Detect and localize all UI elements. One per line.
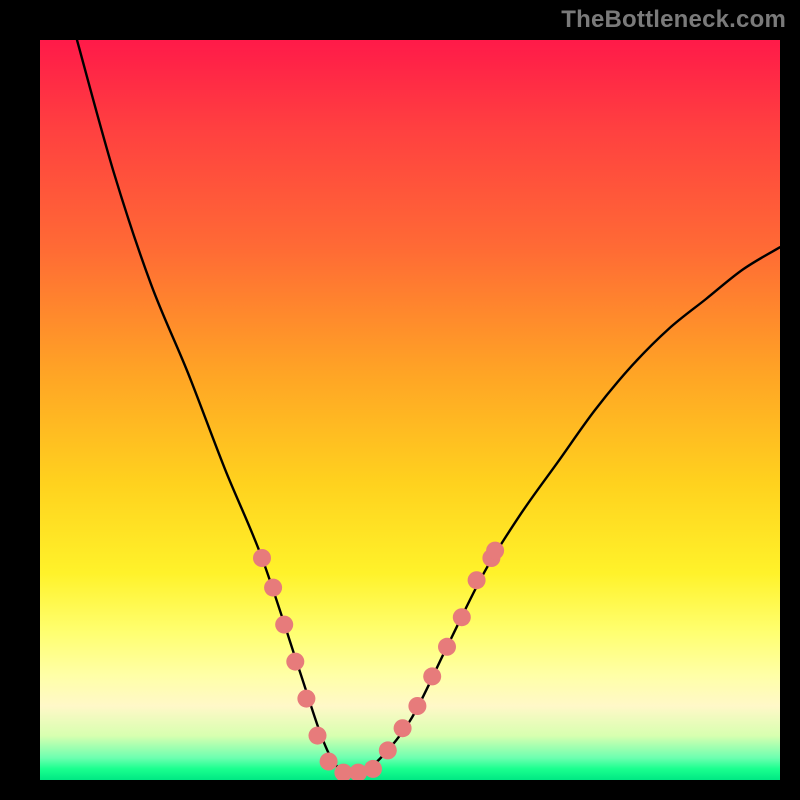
- marker-dot: [320, 753, 338, 771]
- curve-svg: [40, 40, 780, 780]
- marker-dot: [364, 760, 382, 778]
- marker-dot: [253, 549, 271, 567]
- marker-dot: [309, 727, 327, 745]
- marker-dot: [264, 579, 282, 597]
- marker-dot: [468, 571, 486, 589]
- curve-markers: [253, 542, 504, 780]
- marker-dot: [408, 697, 426, 715]
- marker-dot: [423, 667, 441, 685]
- marker-dot: [394, 719, 412, 737]
- bottleneck-curve: [77, 40, 780, 773]
- marker-dot: [275, 616, 293, 634]
- marker-dot: [379, 741, 397, 759]
- chart-frame: TheBottleneck.com: [0, 0, 800, 800]
- plot-area: [40, 40, 780, 780]
- marker-dot: [453, 608, 471, 626]
- watermark-text: TheBottleneck.com: [561, 6, 786, 34]
- marker-dot: [486, 542, 504, 560]
- marker-dot: [297, 690, 315, 708]
- marker-dot: [438, 638, 456, 656]
- marker-dot: [286, 653, 304, 671]
